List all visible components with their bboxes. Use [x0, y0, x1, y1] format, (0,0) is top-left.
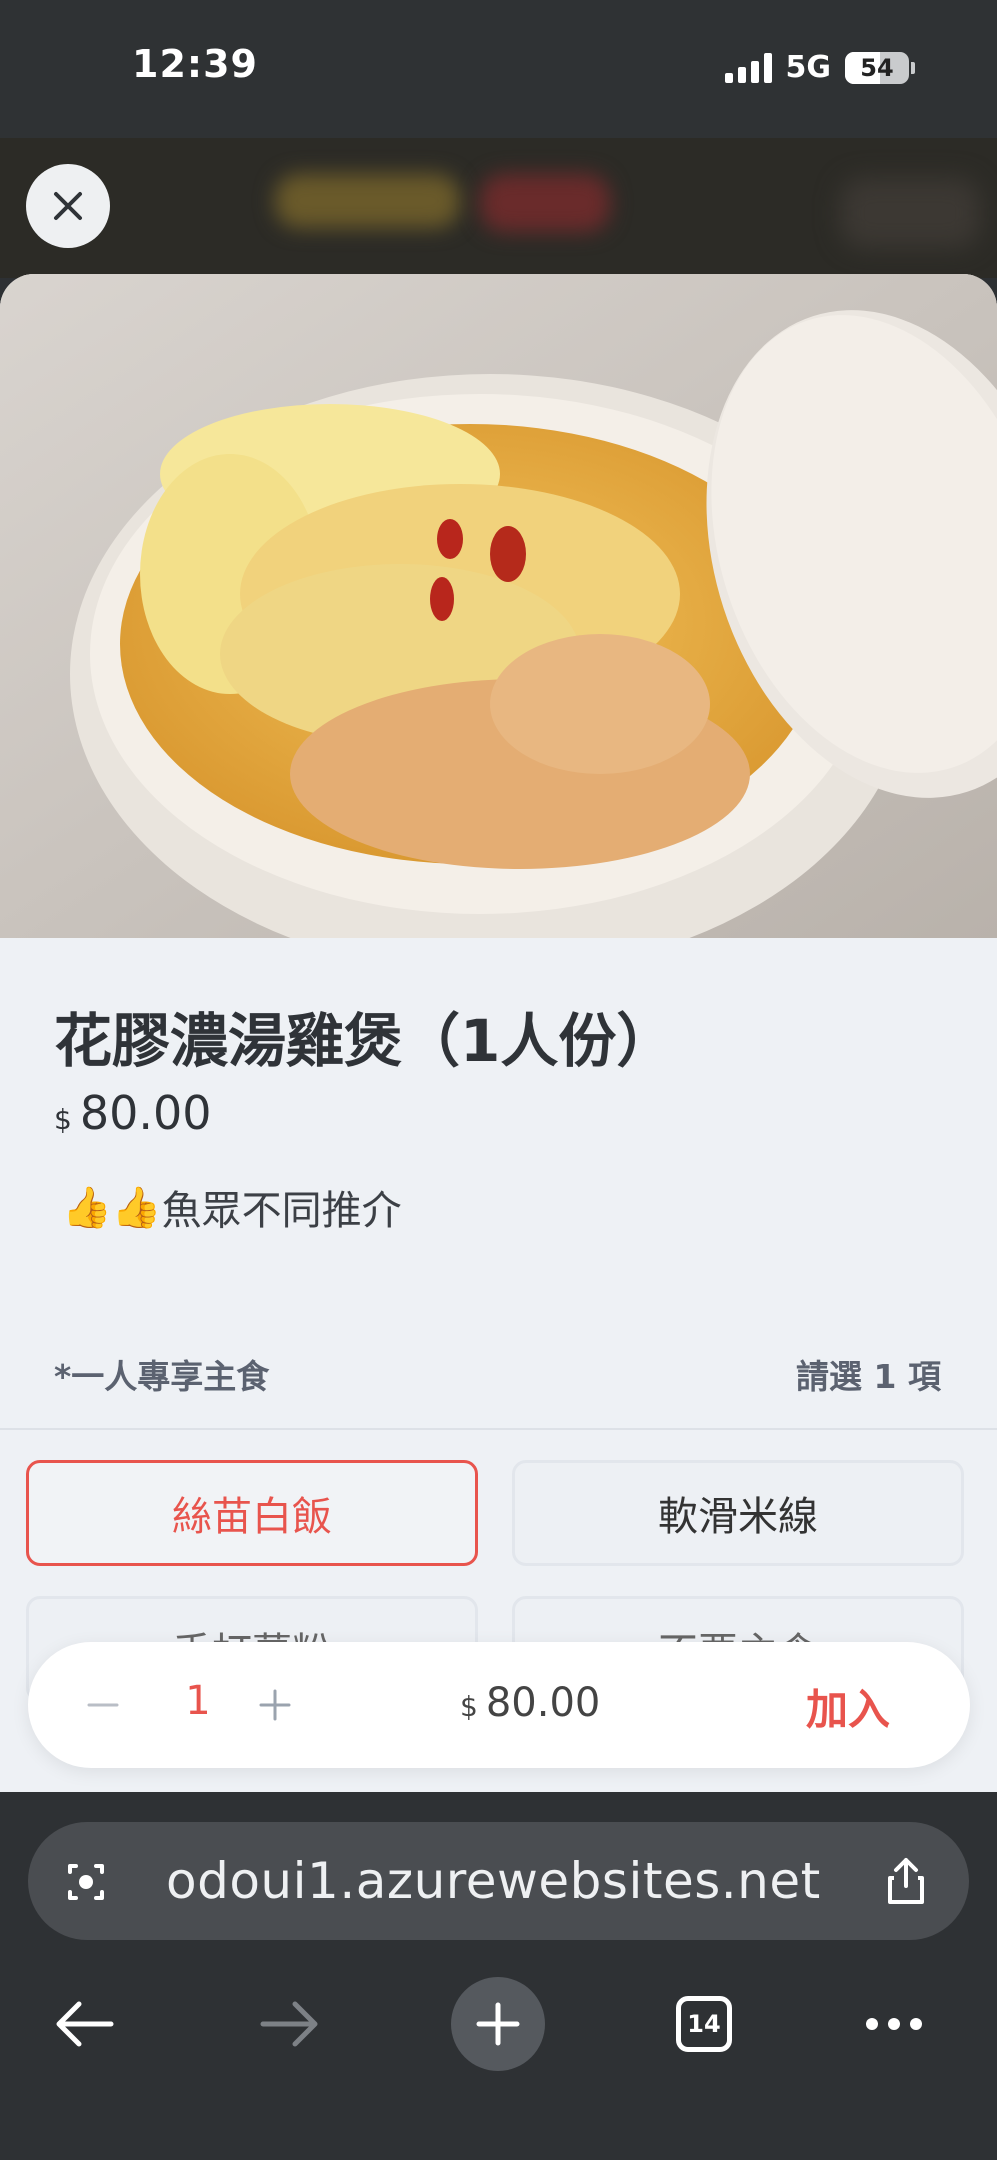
close-icon	[54, 192, 82, 220]
status-bar: 12:39 5G 54	[0, 0, 997, 138]
product-sheet: 花膠濃湯雞煲（1人份） $80.00 👍 👍 魚眾不同推介 *一人專享主食 請選 1…	[0, 274, 997, 1792]
plus-icon	[259, 1689, 291, 1721]
battery-icon: 54	[845, 51, 909, 84]
share-icon[interactable]	[877, 1852, 935, 1910]
add-to-cart-button[interactable]: 加入	[806, 1676, 890, 1737]
product-price: $80.00	[54, 1086, 212, 1140]
background-page-dimmed	[0, 138, 997, 278]
divider	[0, 1428, 997, 1430]
close-button[interactable]	[26, 164, 110, 248]
thumbs-up-icon: 👍	[111, 1184, 162, 1231]
option-group-rule: 請選 1 項	[796, 1357, 941, 1396]
thumbs-up-icon: 👍	[62, 1184, 112, 1231]
tab-count: 14	[676, 1996, 732, 2052]
total-currency: $	[460, 1690, 478, 1723]
more-icon	[866, 2018, 922, 2030]
back-button[interactable]	[24, 1964, 144, 2084]
url-text[interactable]: odoui1.azurewebsites.net	[166, 1852, 821, 1910]
price-currency: $	[54, 1103, 72, 1136]
option-group-header: *一人專享主食 請選 1 項	[0, 1342, 997, 1428]
status-indicators: 5G 54	[724, 50, 915, 85]
description-text: 魚眾不同推介	[161, 1188, 402, 1234]
network-type: 5G	[785, 50, 832, 85]
browser-nav: 14	[0, 1964, 997, 2114]
lens-icon[interactable]	[56, 1852, 116, 1912]
battery-level: 54	[860, 53, 894, 82]
product-image	[0, 274, 997, 938]
plus-icon	[476, 2002, 520, 2046]
tabs-button[interactable]: 14	[644, 1964, 764, 2084]
decrease-quantity-button[interactable]	[68, 1670, 138, 1740]
quantity-value: 1	[185, 1678, 211, 1724]
new-tab-button[interactable]	[438, 1964, 558, 2084]
back-arrow-icon	[56, 2001, 114, 2047]
minus-icon	[87, 1703, 119, 1707]
option-rice-noodles[interactable]: 軟滑米線	[512, 1460, 964, 1566]
cart-total: $80.00	[460, 1680, 600, 1726]
forward-arrow-icon	[260, 2001, 318, 2047]
add-to-cart-bar: 1 $80.00 加入	[28, 1642, 970, 1768]
total-amount: 80.00	[485, 1680, 601, 1726]
status-time: 12:39	[132, 42, 258, 86]
more-menu-button[interactable]	[834, 1964, 954, 2084]
option-rice[interactable]: 絲苗白飯	[26, 1460, 478, 1566]
product-description: 👍 👍 魚眾不同推介	[62, 1178, 402, 1236]
price-amount: 80.00	[79, 1086, 212, 1140]
address-bar[interactable]: odoui1.azurewebsites.net	[28, 1822, 969, 1940]
browser-toolbar: odoui1.azurewebsites.net 14	[0, 1792, 997, 2160]
forward-button[interactable]	[230, 1964, 350, 2084]
option-group-title: *一人專享主食	[54, 1357, 270, 1396]
signal-icon	[724, 52, 772, 83]
battery-tip	[911, 61, 915, 74]
product-title: 花膠濃湯雞煲（1人份）	[54, 1007, 675, 1075]
increase-quantity-button[interactable]	[240, 1670, 310, 1740]
